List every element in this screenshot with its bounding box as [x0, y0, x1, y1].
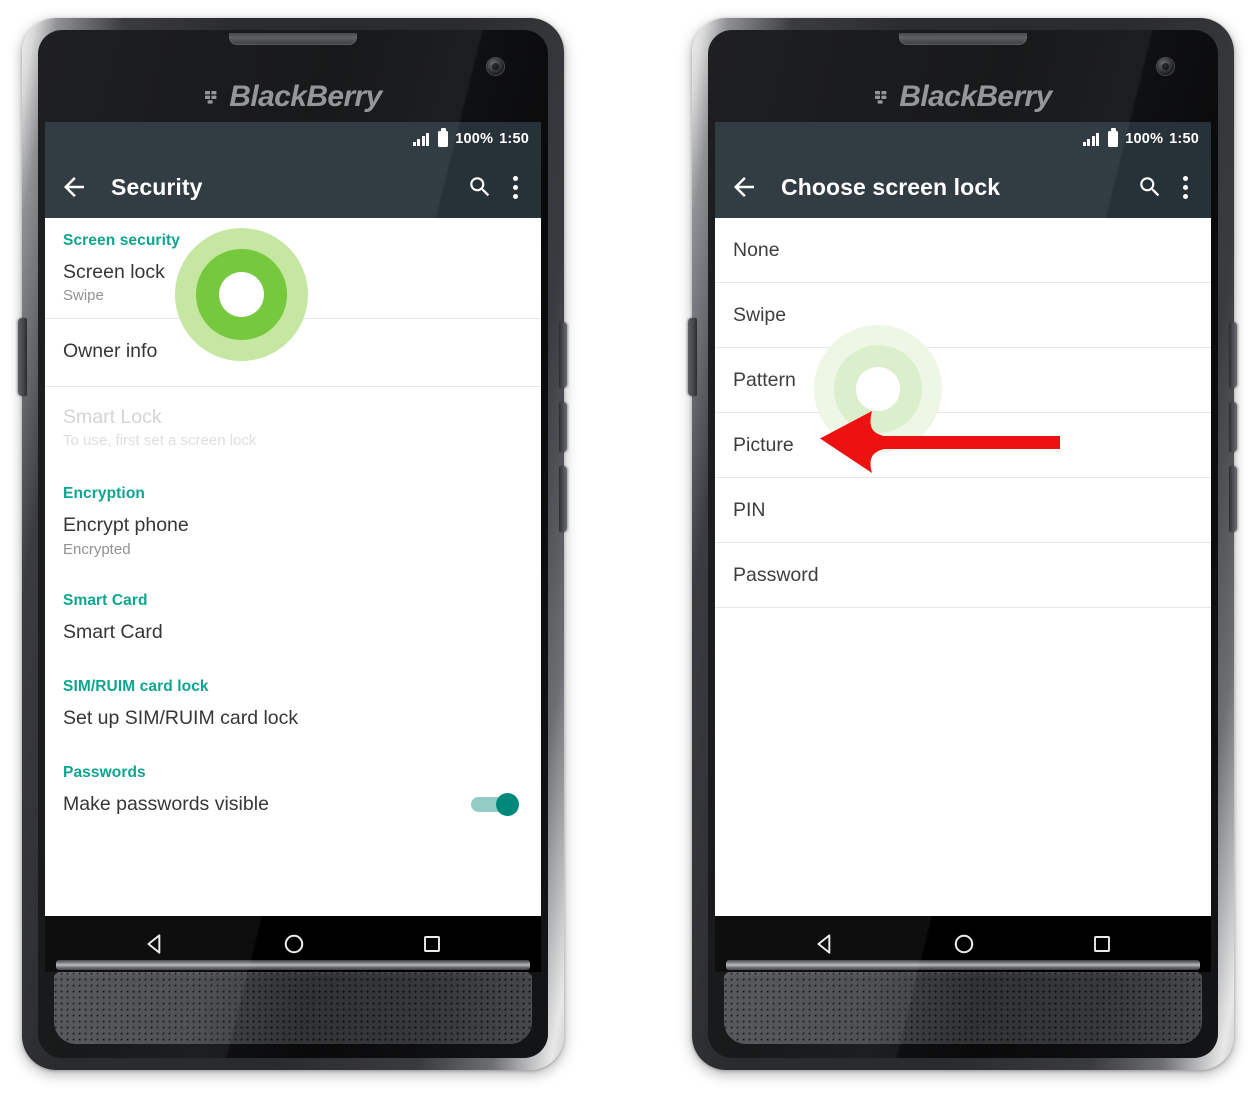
phone-front-face: BlackBerry 100% 1:50 Choose screen lock — [708, 30, 1218, 1058]
lock-option-none[interactable]: None — [715, 218, 1211, 282]
left-side-button[interactable] — [18, 318, 27, 396]
action-bar: Security — [45, 156, 541, 218]
volume-up-button[interactable] — [559, 322, 567, 388]
status-bar: 100% 1:50 — [45, 122, 541, 156]
pref-title: Set up SIM/RUIM card lock — [63, 706, 299, 729]
action-bar: Choose screen lock — [715, 156, 1211, 218]
volume-down-button[interactable] — [559, 466, 567, 532]
signal-bars-icon — [412, 132, 430, 146]
toggle-switch-passwords-visible[interactable] — [471, 793, 519, 817]
screen-lock-options-list: None Swipe Pattern Picture PIN Password — [715, 218, 1211, 916]
search-icon[interactable] — [1137, 174, 1163, 200]
back-arrow-icon[interactable] — [59, 172, 89, 202]
pref-smart-card[interactable]: Smart Card — [45, 610, 541, 660]
pref-title: Owner info — [63, 340, 158, 363]
pref-owner-info[interactable]: Owner info — [45, 319, 541, 385]
section-header-screen-security: Screen security — [63, 232, 180, 249]
overflow-menu-icon[interactable] — [513, 172, 518, 203]
pref-title: Make passwords visible — [63, 793, 269, 816]
section-header-sim-lock: SIM/RUIM card lock — [63, 677, 209, 695]
pref-title: Smart Lock — [63, 405, 162, 428]
pref-title: Screen lock — [63, 261, 165, 283]
pref-screen-lock[interactable]: Screen lock Swipe — [45, 250, 541, 318]
toggle-knob — [496, 793, 519, 817]
page-title: Security — [111, 173, 203, 200]
nav-back-triangle-icon[interactable] — [142, 931, 168, 957]
lock-option-pattern[interactable]: Pattern — [715, 348, 1211, 412]
settings-list: Screen security Screen lock Swipe Owner … — [45, 218, 541, 916]
nav-home-circle-icon[interactable] — [951, 931, 977, 957]
front-camera-icon — [1157, 58, 1174, 75]
pref-smart-lock: Smart Lock To use, first set a screen lo… — [45, 387, 541, 463]
section-header-passwords: Passwords — [63, 764, 146, 782]
phone-device-left: BlackBerry 100% 1:50 Security Screen sec… — [18, 18, 567, 1070]
status-clock: 1:50 — [499, 131, 529, 147]
blackberry-mark-icon — [875, 91, 887, 104]
signal-bars-icon — [1082, 132, 1100, 146]
pref-summary: Encrypted — [63, 540, 131, 558]
overflow-menu-icon[interactable] — [1183, 172, 1188, 203]
lock-option-pin[interactable]: PIN — [715, 478, 1211, 542]
search-icon[interactable] — [467, 174, 493, 200]
pref-title: Encrypt phone — [63, 514, 189, 537]
front-camera-icon — [487, 58, 504, 75]
lock-option-picture[interactable]: Picture — [715, 413, 1211, 477]
blackberry-mark-icon — [205, 91, 217, 104]
phone-screen-right: 100% 1:50 Choose screen lock None Swipe — [715, 122, 1211, 972]
battery-full-icon — [438, 128, 449, 147]
earpiece-speaker — [229, 33, 357, 45]
blackberry-logo: BlackBerry — [708, 80, 1218, 114]
blackberry-logo: BlackBerry — [38, 80, 548, 114]
list-divider — [715, 607, 1211, 608]
chassis-chin-trim — [726, 960, 1200, 970]
status-clock: 1:50 — [1169, 131, 1199, 147]
battery-percent-label: 100% — [455, 131, 494, 147]
pref-title: Smart Card — [63, 620, 163, 643]
battery-percent-label: 100% — [1125, 131, 1164, 147]
pref-make-passwords-visible[interactable]: Make passwords visible — [45, 782, 541, 830]
section-header-smart-card: Smart Card — [63, 591, 148, 609]
pref-summary: To use, first set a screen lock — [63, 432, 257, 450]
power-button[interactable] — [559, 402, 567, 452]
lock-option-password[interactable]: Password — [715, 543, 1211, 607]
nav-recents-square-icon[interactable] — [420, 932, 444, 956]
pref-encrypt-phone[interactable]: Encrypt phone Encrypted — [45, 503, 541, 571]
nav-home-circle-icon[interactable] — [281, 931, 307, 957]
battery-full-icon — [1108, 128, 1119, 147]
lock-option-swipe[interactable]: Swipe — [715, 283, 1211, 347]
volume-down-button[interactable] — [1229, 466, 1237, 532]
page-title: Choose screen lock — [781, 173, 1001, 200]
chassis-chin-trim — [56, 960, 530, 970]
bottom-speaker-grille — [724, 972, 1202, 1044]
power-button[interactable] — [1229, 402, 1237, 452]
section-header-encryption: Encryption — [63, 485, 145, 503]
phone-screen-left: 100% 1:50 Security Screen security Scree… — [45, 122, 541, 972]
volume-up-button[interactable] — [1229, 322, 1237, 388]
blackberry-logo-text: BlackBerry — [229, 80, 382, 113]
left-side-button[interactable] — [688, 318, 697, 396]
status-bar: 100% 1:50 — [715, 122, 1211, 156]
nav-back-triangle-icon[interactable] — [812, 931, 838, 957]
phone-device-right: BlackBerry 100% 1:50 Choose screen lock — [688, 18, 1237, 1070]
phone-front-face: BlackBerry 100% 1:50 Security Screen sec… — [38, 30, 548, 1058]
bottom-speaker-grille — [54, 972, 532, 1044]
pref-summary: Swipe — [63, 287, 104, 305]
pref-sim-card-lock[interactable]: Set up SIM/RUIM card lock — [45, 696, 541, 746]
blackberry-logo-text: BlackBerry — [899, 80, 1052, 113]
earpiece-speaker — [899, 33, 1027, 45]
nav-recents-square-icon[interactable] — [1090, 932, 1114, 956]
back-arrow-icon[interactable] — [729, 172, 759, 202]
